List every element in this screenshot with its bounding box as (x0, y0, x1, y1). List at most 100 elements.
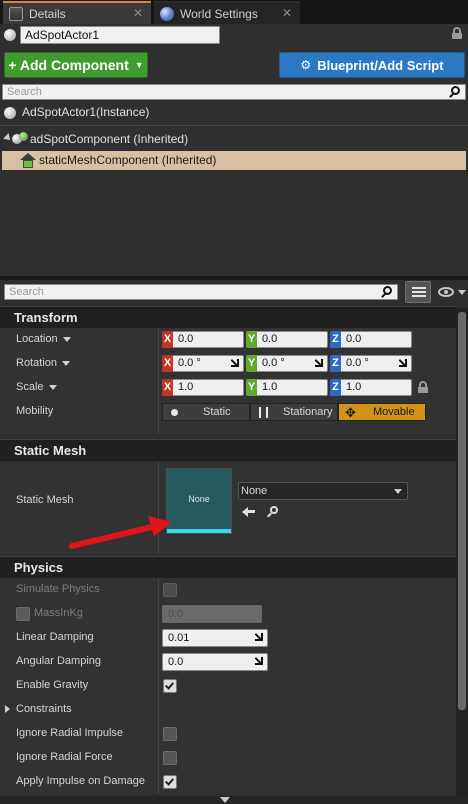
category-title: Transform (14, 310, 78, 325)
selected-asset: None (241, 485, 268, 497)
property-row-ignore-radial-impulse: Ignore Radial Impulse (0, 722, 456, 746)
component-tree-item-selected[interactable]: staticMeshComponent (Inherited) (2, 151, 466, 170)
collapse-arrow-icon (4, 314, 12, 320)
property-row-ignore-radial-force: Ignore Radial Force (0, 746, 456, 770)
property-label: Simulate Physics (16, 583, 100, 595)
property-row-apply-impulse-on-damage: Apply Impulse on Damage (0, 770, 456, 794)
apply-impulse-on-damage-checkbox[interactable] (163, 775, 177, 789)
search-placeholder: Search (7, 86, 42, 98)
component-tree-instance[interactable]: AdSpotActor1(Instance) (0, 104, 468, 122)
chevron-down-icon (48, 384, 57, 390)
location-z-field[interactable]: Z 0.0 (330, 331, 412, 348)
property-label[interactable]: Rotation (16, 357, 70, 369)
blueprint-add-script-button[interactable]: ⚙ Blueprint/Add Script (279, 52, 465, 78)
blueprint-add-script-label: Blueprint/Add Script (317, 57, 444, 73)
mass-override-checkbox[interactable] (16, 607, 30, 621)
component-tree-item[interactable]: adSpotComponent (Inherited) (0, 130, 468, 148)
tab-details-label: Details (29, 6, 66, 21)
property-label[interactable]: Location (16, 333, 71, 345)
panel-splitter[interactable] (0, 276, 468, 280)
enable-gravity-checkbox[interactable] (163, 679, 177, 693)
chevron-down-icon: ▼ (134, 60, 144, 70)
annotation-red-arrow (69, 516, 172, 549)
details-icon (9, 6, 23, 21)
mobility-toggle[interactable]: Static Stationary ✥ Movable (162, 403, 426, 421)
drag-arrow-icon (398, 359, 407, 368)
gear-icon: ⚙ (300, 58, 312, 72)
angular-damping-field[interactable]: 0.0 (162, 653, 268, 671)
ignore-radial-force-checkbox[interactable] (163, 751, 177, 765)
chevron-down-icon (220, 797, 230, 803)
component-label: adSpotComponent (Inherited) (30, 132, 189, 146)
tab-world-settings[interactable]: World Settings ✕ (154, 1, 300, 24)
simulate-physics-checkbox[interactable] (163, 583, 177, 597)
view-options-button[interactable] (436, 284, 466, 300)
scale-z-field[interactable]: Z 1.0 (330, 379, 412, 396)
property-label: Ignore Radial Force (16, 751, 113, 763)
more-below-indicator[interactable] (0, 796, 468, 804)
add-component-button[interactable]: + Add Component ▼ (4, 52, 148, 78)
close-icon[interactable]: ✕ (133, 6, 143, 20)
property-row-location: Location X 0.0 Y 0.0 Z 0.0 (0, 328, 456, 352)
scrollbar-thumb[interactable] (458, 312, 466, 710)
property-row-mobility: Mobility Static Stationary ✥ Movable (0, 400, 456, 434)
mobility-stationary-option[interactable]: Stationary (250, 403, 338, 421)
tab-details[interactable]: Details ✕ (3, 1, 151, 24)
actor-name-field[interactable]: AdSpotActor1 (20, 26, 220, 44)
property-row-simulate-physics: Simulate Physics (0, 578, 456, 602)
rotation-z-field[interactable]: Z 0.0 ° (330, 355, 412, 372)
property-label: MassInKg (34, 607, 83, 619)
lock-icon[interactable] (452, 27, 462, 39)
static-mesh-dropdown[interactable]: None (238, 482, 408, 500)
property-label: Apply Impulse on Damage (16, 775, 146, 787)
search-placeholder: Search (9, 286, 44, 298)
drag-arrow-icon (230, 359, 239, 368)
use-selected-asset-icon[interactable] (242, 506, 256, 518)
mobility-static-option[interactable]: Static (162, 403, 250, 421)
component-search-input[interactable]: Search (2, 84, 466, 100)
actor-icon (4, 29, 16, 41)
property-row-linear-damping: Linear Damping 0.01 (0, 626, 456, 650)
category-physics[interactable]: Physics (0, 556, 456, 578)
chevron-down-icon (62, 336, 71, 342)
browse-asset-icon[interactable] (266, 505, 280, 519)
property-row-scale: Scale X 1.0 Y 1.0 Z 1.0 (0, 376, 456, 400)
category-transform[interactable]: Transform (0, 306, 456, 328)
property-label[interactable]: Scale (16, 381, 57, 393)
chevron-down-icon (458, 290, 466, 295)
details-scrollbar[interactable] (456, 308, 468, 798)
property-row-mass-in-kg: MassInKg 0.0 (0, 602, 456, 626)
property-matrix-button[interactable] (405, 281, 431, 303)
property-label: Linear Damping (16, 631, 94, 643)
close-icon[interactable]: ✕ (282, 6, 292, 20)
tab-world-settings-label: World Settings (180, 6, 258, 21)
drag-arrow-icon (254, 633, 263, 642)
scale-x-field[interactable]: X 1.0 (162, 379, 244, 396)
rotation-x-field[interactable]: X 0.0 ° (162, 355, 244, 372)
property-row-constraints[interactable]: Constraints (0, 698, 456, 722)
property-row-angular-damping: Angular Damping 0.0 (0, 650, 456, 674)
property-label: Static Mesh (16, 494, 74, 506)
mass-in-kg-field[interactable]: 0.0 (162, 605, 262, 623)
location-y-field[interactable]: Y 0.0 (246, 331, 328, 348)
rotation-y-field[interactable]: Y 0.0 ° (246, 355, 328, 372)
scale-y-field[interactable]: Y 1.0 (246, 379, 328, 396)
location-x-field[interactable]: X 0.0 (162, 331, 244, 348)
category-title: Physics (14, 560, 64, 575)
drag-arrow-icon (254, 657, 263, 666)
details-search-input[interactable]: Search (4, 284, 398, 300)
linear-damping-field[interactable]: 0.01 (162, 629, 268, 647)
move-arrows-icon: ✥ (345, 405, 356, 420)
property-label: Ignore Radial Impulse (16, 727, 124, 739)
component-label: staticMeshComponent (Inherited) (39, 153, 217, 167)
chevron-down-icon (394, 489, 402, 494)
ignore-radial-impulse-checkbox[interactable] (163, 727, 177, 741)
lock-icon[interactable] (418, 381, 428, 394)
mobility-movable-option[interactable]: ✥ Movable (338, 403, 426, 421)
category-title: Static Mesh (14, 443, 87, 458)
globe-icon (160, 6, 174, 21)
expand-arrow-icon[interactable] (5, 705, 10, 713)
property-label: Constraints (16, 703, 72, 715)
property-label: Mobility (16, 405, 54, 417)
category-static-mesh[interactable]: Static Mesh (0, 439, 456, 461)
